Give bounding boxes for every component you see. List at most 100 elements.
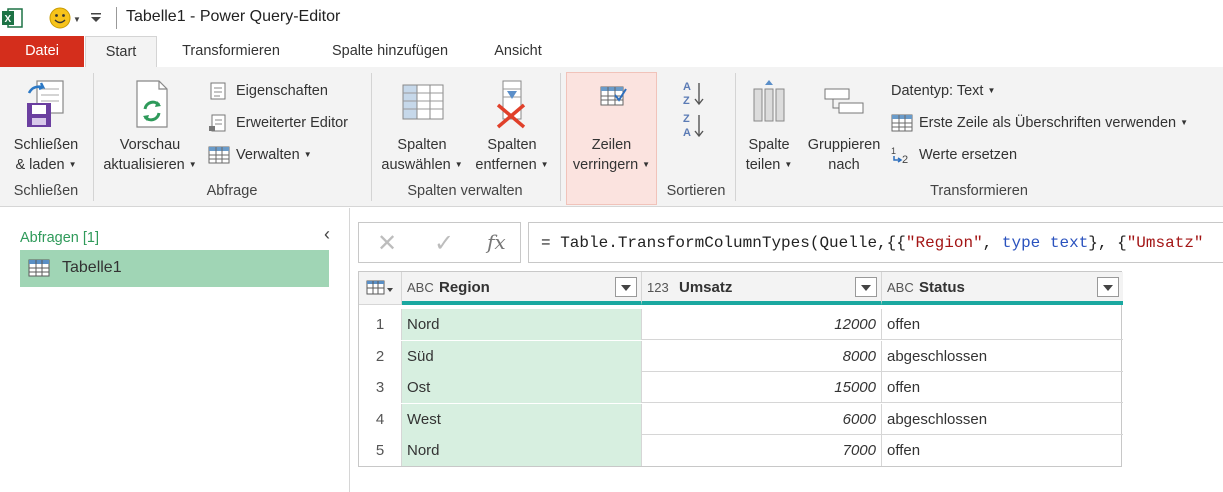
remove-columns-icon	[496, 80, 526, 129]
query-item-tabelle1[interactable]: Tabelle1	[20, 250, 329, 287]
table-row: 4 West 6000 abgeschlossen	[359, 404, 1123, 435]
advanced-editor-button[interactable]: Erweiterter Editor	[208, 111, 348, 135]
datatype-dropdown[interactable]: Datentyp: Text ▼	[891, 79, 995, 103]
filter-dropdown-icon[interactable]	[1097, 277, 1119, 297]
cancel-formula-icon[interactable]: ✕	[377, 229, 397, 258]
column-header-region[interactable]: ABC Region	[402, 272, 642, 305]
cell-region[interactable]: Nord	[402, 435, 642, 466]
chevron-down-icon: ▼	[68, 160, 77, 170]
title-bar: X ▼ Tabelle1 - Power Query-Editor	[0, 0, 1223, 36]
collapse-pane-icon[interactable]: ‹	[324, 224, 330, 245]
confirm-formula-icon[interactable]: ✓	[434, 229, 454, 258]
feedback-dropdown-icon[interactable]: ▼	[73, 15, 81, 24]
ribbon-tabs: Datei Start Transformieren Spalte hinzuf…	[0, 36, 1223, 68]
smiley-feedback-icon[interactable]	[49, 7, 71, 29]
refresh-preview-button[interactable]: Vorschau aktualisieren ▼	[98, 79, 202, 175]
row-number[interactable]: 3	[359, 372, 402, 403]
chevron-down-icon: ▼	[454, 160, 463, 170]
split-column-icon	[753, 80, 785, 122]
refresh-preview-icon	[136, 80, 168, 128]
close-load-icon	[27, 80, 64, 127]
replace-values-button[interactable]: 1 2 Werte ersetzen	[891, 143, 1017, 167]
formula-string-umsatz: "Umsatz"	[1126, 234, 1204, 252]
tab-datei[interactable]: Datei	[0, 36, 84, 67]
filter-dropdown-icon[interactable]	[855, 277, 877, 297]
table-icon	[891, 114, 913, 132]
tab-start[interactable]: Start	[85, 36, 157, 68]
reduce-rows-label-1: Zeilen	[591, 137, 632, 153]
filter-dropdown-icon[interactable]	[615, 277, 637, 297]
cell-umsatz[interactable]: 8000	[642, 341, 882, 372]
chevron-down-icon: ▼	[784, 160, 793, 170]
cell-status[interactable]: offen	[882, 309, 1123, 340]
table-row: 1 Nord 12000 offen	[359, 309, 1123, 340]
queries-header: Abfragen [1]	[20, 230, 99, 246]
sort-ascending-icon: A Z	[683, 81, 704, 107]
remove-columns-button[interactable]: Spalten entfernen ▼	[469, 79, 555, 175]
queries-pane: Abfragen [1] ‹ Tabelle1	[0, 208, 350, 492]
cell-status[interactable]: abgeschlossen	[882, 404, 1123, 435]
cell-region[interactable]: Ost	[402, 372, 642, 403]
svg-text:1: 1	[891, 146, 896, 156]
choose-columns-button[interactable]: Spalten auswählen ▼	[377, 79, 467, 175]
formula-string-region: "Region"	[905, 234, 983, 252]
cell-status[interactable]: offen	[882, 435, 1123, 466]
close-and-load-button[interactable]: Schließen & laden ▼	[6, 79, 86, 175]
column-header-umsatz[interactable]: 123 Umsatz	[642, 272, 882, 305]
reduce-rows-button[interactable]: Zeilen verringern ▼	[566, 79, 657, 175]
ribbon-divider	[560, 73, 561, 201]
cell-status[interactable]: abgeschlossen	[882, 341, 1123, 372]
properties-button[interactable]: Eigenschaften	[208, 79, 328, 103]
query-item-label: Tabelle1	[62, 259, 122, 276]
column-name-status: Status	[919, 279, 965, 296]
table-menu-corner[interactable]	[359, 272, 402, 305]
split-column-label-1: Spalte	[748, 137, 790, 153]
excel-icon[interactable]: X	[2, 8, 23, 28]
text-type-icon[interactable]: ABC	[887, 280, 914, 295]
sort-descending-button[interactable]: Z A	[680, 111, 710, 145]
cell-region[interactable]: Nord	[402, 309, 642, 340]
group-by-label-2: nach	[828, 157, 860, 173]
column-header-status[interactable]: ABC Status	[882, 272, 1123, 305]
datatype-label: Datentyp: Text	[891, 83, 984, 99]
manage-button[interactable]: Verwalten ▼	[208, 143, 312, 167]
group-label-transformieren: Transformieren	[930, 183, 1028, 199]
text-type-icon[interactable]: ABC	[407, 280, 434, 295]
customize-toolbar-icon[interactable]	[90, 10, 102, 24]
table-icon	[208, 146, 230, 164]
formula-separator: ,	[982, 234, 1002, 252]
properties-label: Eigenschaften	[236, 83, 328, 99]
group-by-button[interactable]: Gruppieren nach	[802, 79, 886, 175]
svg-text:2: 2	[902, 154, 908, 164]
cell-umsatz[interactable]: 7000	[642, 435, 882, 466]
ribbon-divider	[371, 73, 372, 201]
cell-status[interactable]: offen	[882, 372, 1123, 403]
table-menu-icon	[366, 280, 393, 295]
first-row-headers-button[interactable]: Erste Zeile als Überschriften verwenden ▼	[891, 111, 1188, 135]
row-number[interactable]: 4	[359, 404, 402, 435]
row-number[interactable]: 1	[359, 309, 402, 340]
formula-input[interactable]: = Table.TransformColumnTypes(Quelle,{{"R…	[528, 222, 1223, 263]
cell-umsatz[interactable]: 15000	[642, 372, 882, 403]
tab-ansicht[interactable]: Ansicht	[476, 36, 560, 67]
row-number[interactable]: 2	[359, 341, 402, 372]
row-number[interactable]: 5	[359, 435, 402, 466]
window-title: Tabelle1 - Power Query-Editor	[126, 8, 341, 25]
number-type-icon[interactable]: 123	[647, 280, 669, 295]
cell-region[interactable]: Süd	[402, 341, 642, 372]
group-by-icon	[824, 88, 864, 114]
ribbon: Schließen & laden ▼ Schließen Vorschau ak…	[0, 67, 1223, 207]
refresh-preview-label-2: aktualisieren	[103, 157, 185, 173]
column-name-umsatz: Umsatz	[679, 279, 733, 296]
properties-icon	[210, 82, 226, 100]
function-icon[interactable]: fx	[487, 230, 506, 254]
cell-umsatz[interactable]: 6000	[642, 404, 882, 435]
refresh-preview-label-1: Vorschau	[119, 137, 181, 153]
tab-spalte-hinzufuegen[interactable]: Spalte hinzufügen	[306, 36, 474, 67]
split-column-button[interactable]: Spalte teilen ▼	[741, 79, 797, 175]
sort-ascending-button[interactable]: A Z	[680, 79, 710, 113]
cell-region[interactable]: West	[402, 404, 642, 435]
tab-transformieren[interactable]: Transformieren	[158, 36, 304, 67]
chevron-down-icon: ▼	[987, 86, 996, 96]
cell-umsatz[interactable]: 12000	[642, 309, 882, 340]
